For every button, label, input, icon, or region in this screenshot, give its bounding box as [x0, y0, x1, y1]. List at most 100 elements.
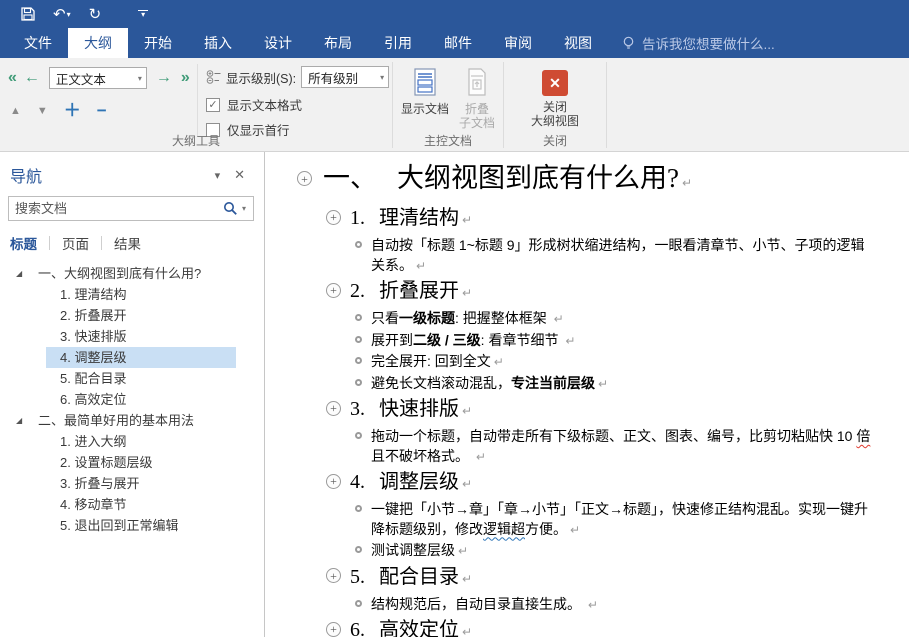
- nav-heading-item[interactable]: 3. 折叠与展开: [0, 473, 264, 494]
- outline-body-paragraph[interactable]: 避免长文档滚动混乱，专注当前层级↵: [265, 374, 873, 395]
- nav-tab-结果[interactable]: 结果: [102, 233, 153, 253]
- nav-heading-item[interactable]: ◢二、最简单好用的基本用法: [0, 410, 264, 431]
- outline-heading-2[interactable]: +3.快速排版↵: [265, 397, 873, 424]
- redo-button[interactable]: ↻: [80, 2, 111, 26]
- heading-number: 6.: [350, 619, 365, 637]
- body-text-run: 一级标题: [399, 310, 455, 326]
- body-bullet-icon[interactable]: [355, 336, 362, 343]
- expand-plus-icon[interactable]: +: [326, 622, 341, 637]
- ribbon-tab-文件[interactable]: 文件: [8, 28, 68, 58]
- undo-button[interactable]: ↶ ▾: [44, 2, 80, 26]
- navigation-close-icon[interactable]: ✕: [227, 167, 252, 183]
- body-text-run: 只看: [371, 310, 399, 326]
- body-bullet-icon[interactable]: [355, 379, 362, 386]
- outline-heading-2[interactable]: +5.配合目录↵: [265, 565, 873, 592]
- outline-body-paragraph[interactable]: 自动按「标题 1~标题 9」形成树状缩进结构，一眼看清章节、小节、子项的逻辑关系…: [265, 236, 873, 276]
- ribbon-tab-视图[interactable]: 视图: [548, 28, 608, 58]
- collapse-triangle-icon[interactable]: ◢: [16, 263, 22, 284]
- nav-heading-item[interactable]: 4. 移动章节: [0, 494, 264, 515]
- navigation-options-dropdown-icon[interactable]: ▾: [208, 169, 228, 182]
- move-up-button[interactable]: ▲: [10, 105, 21, 117]
- move-down-button[interactable]: ▼: [37, 105, 48, 117]
- demote-to-bodytext-button[interactable]: »: [181, 70, 188, 86]
- tell-me-box[interactable]: 告诉我您想要做什么...: [622, 28, 775, 58]
- ribbon-tab-设计[interactable]: 设计: [248, 28, 308, 58]
- nav-tab-页面[interactable]: 页面: [50, 233, 101, 253]
- nav-heading-item[interactable]: 6. 高效定位: [0, 389, 264, 410]
- body-bullet-icon[interactable]: [355, 432, 362, 439]
- expand-button[interactable]: ＋: [64, 104, 81, 118]
- outline-body-paragraph[interactable]: 完全展开: 回到全文↵: [265, 352, 873, 373]
- ribbon-tab-审阅[interactable]: 审阅: [488, 28, 548, 58]
- nav-tab-标题[interactable]: 标题: [8, 233, 49, 253]
- word-window: ↶ ▾ ↻ ▾ 文件大纲开始插入设计布局引用邮件审阅视图 告诉我您想要做什么..…: [0, 0, 909, 637]
- customize-quick-access-button[interactable]: ▾: [128, 2, 158, 26]
- document-outline-area[interactable]: +一、大纲视图到底有什么用?↵ +1.理清结构↵ 自动按「标题 1~标题 9」形成树…: [265, 152, 909, 637]
- nav-heading-item[interactable]: 5. 退出回到正常编辑: [0, 515, 264, 536]
- outline-body-paragraph[interactable]: 只看一级标题: 把握整体框架 ↵: [265, 309, 873, 330]
- outline-level-combobox[interactable]: 正文文本 ▾: [49, 67, 147, 89]
- search-dropdown-icon[interactable]: ▾: [238, 204, 253, 213]
- ribbon-tab-开始[interactable]: 开始: [128, 28, 188, 58]
- body-bullet-icon[interactable]: [355, 505, 362, 512]
- outline-body-paragraph[interactable]: 一键把「小节→章」「章→小节」「正文→标题」，快速修正结构混乱。实现一键升降标题…: [265, 500, 873, 540]
- search-box[interactable]: ▾: [8, 196, 254, 221]
- ribbon-tab-邮件[interactable]: 邮件: [428, 28, 488, 58]
- nav-heading-item[interactable]: 1. 进入大纲: [0, 431, 264, 452]
- paragraph-mark: ↵: [462, 404, 472, 418]
- outline-heading-2[interactable]: +4.调整层级↵: [265, 470, 873, 497]
- undo-dropdown-icon[interactable]: ▾: [67, 10, 71, 19]
- collapse-subdocuments-icon: [464, 68, 490, 98]
- ribbon-tab-引用[interactable]: 引用: [368, 28, 428, 58]
- nav-heading-item[interactable]: 2. 设置标题层级: [0, 452, 264, 473]
- demote-button[interactable]: →: [156, 70, 172, 86]
- show-text-formatting-checkbox[interactable]: ✓: [206, 98, 220, 112]
- ribbon-tab-插入[interactable]: 插入: [188, 28, 248, 58]
- nav-heading-item[interactable]: 4. 调整层级: [46, 347, 236, 368]
- body-bullet-icon[interactable]: [355, 546, 362, 553]
- group-close: ✕ 关闭 大纲视图 关闭: [504, 58, 606, 151]
- show-level-select[interactable]: 所有级别 ▾: [301, 66, 389, 88]
- outline-heading-2[interactable]: +2.折叠展开↵: [265, 279, 873, 306]
- outline-heading-2[interactable]: +6.高效定位↵: [265, 618, 873, 637]
- nav-heading-label: 2. 折叠展开: [60, 308, 126, 323]
- body-text-run: 方便。: [525, 521, 567, 537]
- promote-button[interactable]: ←: [24, 70, 40, 86]
- nav-heading-item[interactable]: 5. 配合目录: [0, 368, 264, 389]
- select-dropdown-icon[interactable]: ▾: [380, 73, 384, 82]
- promote-to-heading1-button[interactable]: «: [8, 70, 15, 86]
- expand-plus-icon[interactable]: +: [326, 568, 341, 583]
- nav-heading-item[interactable]: 1. 理清结构: [0, 284, 264, 305]
- expand-plus-icon[interactable]: +: [326, 210, 341, 225]
- body-bullet-icon[interactable]: [355, 357, 362, 364]
- save-button[interactable]: [12, 2, 44, 26]
- outline-body-paragraph[interactable]: 拖动一个标题，自动带走所有下级标题、正文、图表、编号，比剪切粘贴快 10 倍且不…: [265, 427, 873, 467]
- ribbon-tab-布局[interactable]: 布局: [308, 28, 368, 58]
- nav-heading-item[interactable]: ◢一、大纲视图到底有什么用?: [0, 263, 264, 284]
- ribbon-tab-大纲[interactable]: 大纲: [68, 28, 128, 58]
- outline-heading-2[interactable]: +1.理清结构↵: [265, 206, 873, 233]
- outline-heading-1[interactable]: +一、大纲视图到底有什么用?↵: [265, 161, 873, 200]
- outline-body-paragraph[interactable]: 结构规范后，自动目录直接生成。 ↵: [265, 595, 873, 616]
- paragraph-mark: ↵: [462, 286, 472, 300]
- body-text-run: 完全展开: 回到全文: [371, 353, 491, 369]
- body-bullet-icon[interactable]: [355, 241, 362, 248]
- outline-body-paragraph[interactable]: 展开到二级 / 三级: 看章节细节 ↵: [265, 331, 873, 352]
- expand-plus-icon[interactable]: +: [326, 283, 341, 298]
- show-document-label: 显示文档: [401, 102, 449, 116]
- collapse-button[interactable]: −: [97, 104, 107, 118]
- search-input[interactable]: [9, 201, 223, 216]
- body-bullet-icon[interactable]: [355, 600, 362, 607]
- expand-plus-icon[interactable]: +: [326, 401, 341, 416]
- outline-body-paragraph[interactable]: 测试调整层级↵: [265, 541, 873, 562]
- search-icon[interactable]: [223, 201, 238, 216]
- combobox-dropdown-icon[interactable]: ▾: [138, 74, 142, 83]
- nav-heading-item[interactable]: 3. 快速排版: [0, 326, 264, 347]
- nav-heading-item[interactable]: 2. 折叠展开: [0, 305, 264, 326]
- nav-heading-label: 6. 高效定位: [60, 392, 126, 407]
- show-text-formatting-row[interactable]: ✓ 显示文本格式: [206, 95, 389, 114]
- expand-plus-icon[interactable]: +: [326, 474, 341, 489]
- expand-plus-icon[interactable]: +: [297, 171, 312, 186]
- body-bullet-icon[interactable]: [355, 314, 362, 321]
- collapse-triangle-icon[interactable]: ◢: [16, 410, 22, 431]
